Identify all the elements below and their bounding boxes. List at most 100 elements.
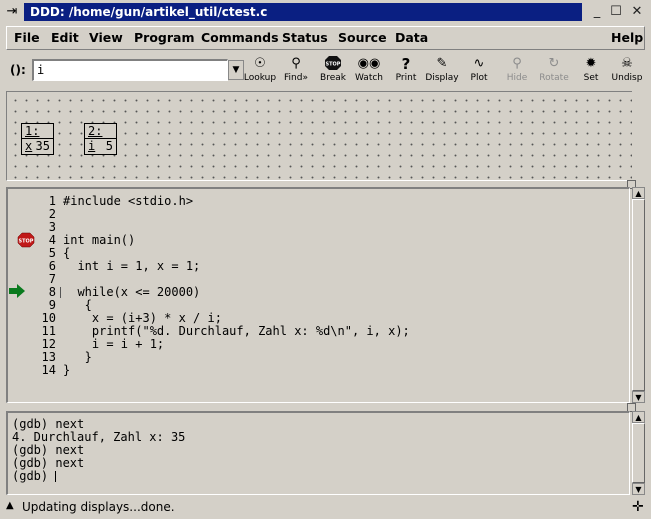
menu-data-label: Data — [395, 30, 429, 45]
lookup-icon: ☉ — [254, 56, 266, 71]
menu-bar: File Edit View Program Commands Status S… — [6, 26, 645, 50]
text-cursor — [55, 471, 57, 482]
undisplay-button[interactable]: ☠ Undisp — [608, 55, 646, 87]
menu-file-label: File — [14, 30, 40, 45]
set-label: Set — [583, 73, 599, 83]
menu-data[interactable]: Data — [395, 30, 428, 45]
rotate-label: Rotate — [539, 73, 569, 83]
display-icon: ✎ — [436, 56, 448, 71]
lookup-button[interactable]: ☉ Lookup — [241, 55, 279, 87]
display-number: 2: — [88, 124, 103, 138]
watch-eyes-icon: ◉◉ — [357, 56, 381, 71]
window-menu-icon[interactable]: ⇥ — [3, 4, 21, 20]
code-text: #include <stdio.h> — [63, 194, 194, 208]
display-name: i — [88, 139, 96, 153]
undisplay-icon: ☠ — [621, 56, 633, 71]
scroll-up-button[interactable]: ▲ — [632, 411, 645, 423]
print-label: Print — [395, 73, 417, 83]
scroll-thumb[interactable] — [632, 199, 645, 391]
scroll-up-button[interactable]: ▲ — [632, 187, 645, 199]
console-prompt-line: (gdb) — [12, 470, 629, 483]
menu-source[interactable]: Source — [338, 30, 387, 45]
window-title: DDD: /home/gun/artikel_util/ctest.c — [30, 5, 268, 19]
minimize-button[interactable]: _ — [588, 3, 606, 21]
scroll-down-button[interactable]: ▼ — [632, 391, 645, 403]
status-arrow-icon[interactable]: ▲ — [6, 500, 14, 511]
status-text: Updating displays...done. — [22, 500, 175, 514]
status-bar: ▲ Updating displays...done. ✛ — [0, 497, 651, 519]
hide-icon: ⚲ — [512, 56, 522, 71]
menu-status[interactable]: Status — [282, 30, 328, 45]
plot-label: Plot — [470, 73, 488, 83]
argument-input[interactable]: i — [32, 59, 228, 81]
data-window[interactable]: 1: x 35 2: i 5 — [6, 91, 645, 181]
break-label: Break — [320, 73, 346, 83]
execution-arrow-icon — [8, 284, 26, 301]
scroll-thumb[interactable] — [632, 423, 645, 483]
undisplay-label: Undisp — [611, 73, 643, 83]
hide-button[interactable]: ⚲ Hide — [498, 55, 536, 87]
resize-grip-icon[interactable]: ✛ — [632, 499, 646, 515]
menu-status-label: Status — [282, 30, 328, 45]
plot-icon: ∿ — [473, 56, 485, 71]
scroll-down-button[interactable]: ▼ — [632, 483, 645, 495]
title-bar: ⇥ DDD: /home/gun/artikel_util/ctest.c _ … — [0, 0, 651, 25]
display-number: 1: — [25, 124, 40, 138]
text-cursor — [60, 287, 61, 298]
menu-edit-label: Edit — [51, 30, 79, 45]
console-prompt: (gdb) — [12, 469, 56, 483]
menu-file[interactable]: File — [14, 30, 40, 45]
code-text: int main() — [63, 233, 136, 247]
console-scrollbar[interactable]: ▲ ▼ — [632, 411, 645, 495]
chevron-up-icon: ▲ — [635, 413, 642, 422]
chevron-down-icon: ▼ — [232, 65, 240, 75]
break-button[interactable]: STOP Break — [314, 55, 352, 87]
set-icon: ✹ — [585, 56, 597, 71]
find-label: Find» — [284, 73, 308, 83]
display-button[interactable]: ✎ Display — [423, 55, 461, 87]
source-window[interactable]: STOP 1 #include <stdio.h> 2 3 4 int main() 5{6… — [6, 187, 630, 403]
line-number: 14 — [41, 363, 56, 377]
code-text: } — [63, 363, 71, 377]
watch-label: Watch — [354, 73, 384, 83]
close-button[interactable]: ✕ — [628, 3, 646, 21]
maximize-button[interactable]: ☐ — [607, 3, 625, 21]
console-line: (gdb) next — [12, 443, 85, 457]
chevron-down-icon: ▼ — [635, 393, 642, 402]
console-line: (gdb) next — [12, 456, 85, 470]
lookup-label: Lookup — [243, 73, 277, 83]
stop-sign-icon: STOP — [17, 232, 35, 251]
watch-button[interactable]: ◉◉ Watch — [350, 55, 388, 87]
tool-bar: (): i ▼ ☉ Lookup ⚲ Find» STOP Break ◉◉ Watch… — [6, 54, 645, 88]
menu-edit[interactable]: Edit — [51, 30, 79, 45]
argument-label: (): — [10, 63, 26, 77]
rotate-button[interactable]: ↻ Rotate — [535, 55, 573, 87]
code-text: int i = 1, x = 1; — [63, 259, 201, 273]
print-icon: ? — [401, 55, 411, 73]
hide-label: Hide — [506, 73, 528, 83]
data-scrollbar[interactable] — [632, 91, 645, 181]
menu-commands-label: Commands — [201, 30, 279, 45]
chevron-up-icon: ▲ — [635, 189, 642, 198]
menu-program-label: Program — [134, 30, 195, 45]
display-box-i[interactable]: 2: i 5 — [84, 123, 117, 155]
menu-program[interactable]: Program — [134, 30, 195, 45]
find-button[interactable]: ⚲ Find» — [277, 55, 315, 87]
menu-view[interactable]: View — [89, 30, 123, 45]
plot-button[interactable]: ∿ Plot — [460, 55, 498, 87]
print-button[interactable]: ? Print — [387, 55, 425, 87]
display-header: 2: i — [85, 124, 116, 153]
display-box-x[interactable]: 1: x 35 — [21, 123, 54, 155]
display-header: 1: x — [22, 124, 53, 153]
menu-commands[interactable]: Commands — [201, 30, 279, 45]
console-line: 4. Durchlauf, Zahl x: 35 — [12, 430, 186, 444]
set-button[interactable]: ✹ Set — [572, 55, 610, 87]
menu-view-label: View — [89, 30, 123, 45]
stop-sign-icon: STOP — [314, 55, 352, 73]
find-icon: ⚲ — [291, 56, 301, 71]
rotate-icon: ↻ — [548, 56, 560, 71]
source-scrollbar[interactable]: ▲ ▼ — [632, 187, 645, 403]
gdb-console[interactable]: (gdb) next 4. Durchlauf, Zahl x: 35 (gdb… — [6, 411, 630, 495]
menu-help[interactable]: Help — [611, 30, 643, 45]
display-name: x — [25, 139, 33, 153]
